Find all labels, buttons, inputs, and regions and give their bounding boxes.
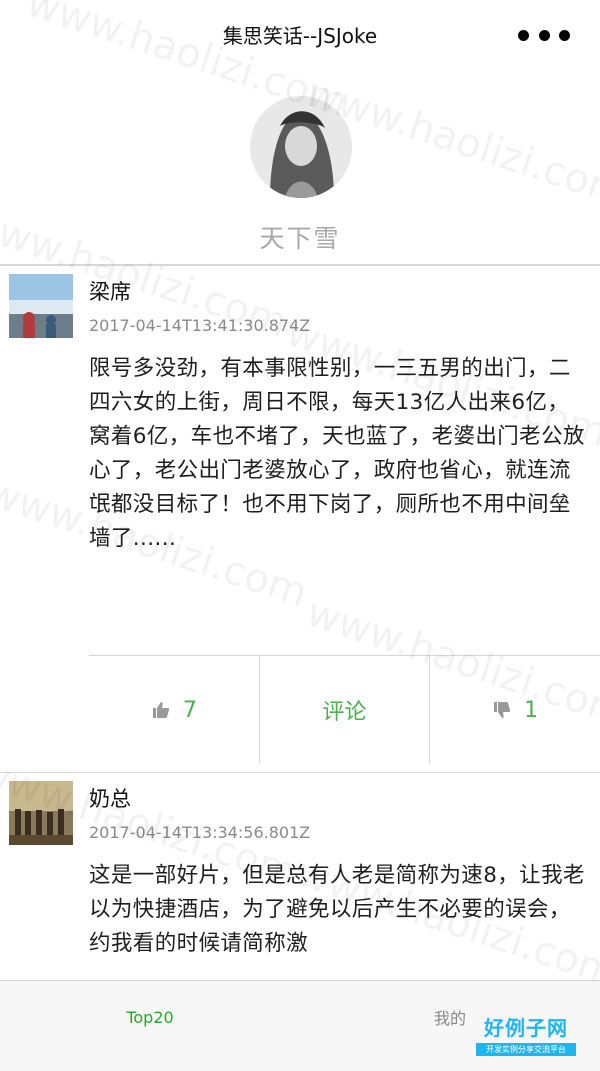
thumbs-up-icon bbox=[152, 702, 170, 718]
post-actions: 7 评论 1 bbox=[89, 655, 600, 764]
avatar-image bbox=[9, 781, 73, 845]
dislike-button[interactable]: 1 bbox=[429, 656, 600, 764]
post-content: 这是一部好片，但是总有人老是简称为速8，让我老以为快捷酒店，为了避免以后产生不必… bbox=[89, 863, 585, 956]
thumbs-down-icon bbox=[494, 702, 511, 718]
post-timestamp: 2017-04-14T13:41:30.874Z bbox=[89, 316, 311, 335]
post-timestamp: 2017-04-14T13:34:56.801Z bbox=[89, 823, 311, 842]
page-title: 集思笑话--JSJoke bbox=[222, 24, 378, 48]
more-dots-icon[interactable] bbox=[518, 29, 570, 41]
dot bbox=[518, 29, 529, 41]
avatar[interactable] bbox=[9, 781, 73, 845]
profile-avatar[interactable] bbox=[250, 96, 352, 198]
dot bbox=[538, 29, 550, 41]
navigation-bar: 集思笑话--JSJoke bbox=[0, 0, 600, 66]
profile-header: 天下雪 bbox=[0, 66, 600, 265]
avatar[interactable] bbox=[9, 274, 73, 338]
dislike-count: 1 bbox=[524, 697, 539, 723]
profile-name: 天下雪 bbox=[259, 224, 341, 253]
logo-text: 好例子网 bbox=[484, 1016, 568, 1040]
avatar-image bbox=[9, 274, 73, 338]
comment-label: 评论 bbox=[322, 700, 367, 725]
profile-avatar-image bbox=[250, 96, 352, 198]
comment-button[interactable]: 评论 bbox=[258, 656, 430, 764]
joke-card: 梁席 2017-04-14T13:41:30.874Z 限号多没劲，有本事限性别… bbox=[0, 265, 600, 764]
dot bbox=[559, 29, 570, 41]
post-author: 梁席 bbox=[89, 280, 131, 304]
tab-top20[interactable]: Top20 bbox=[0, 981, 300, 1071]
like-button[interactable]: 7 bbox=[89, 656, 259, 764]
logo-subtext: 开发实例分享交流平台 bbox=[476, 1043, 576, 1056]
site-logo: 好例子网 开发实例分享交流平台 bbox=[476, 1012, 576, 1056]
post-author: 奶总 bbox=[89, 787, 131, 811]
joke-card: 奶总 2017-04-14T13:34:56.801Z 这是一部好片，但是总有人… bbox=[0, 772, 600, 981]
like-count: 7 bbox=[182, 697, 197, 723]
post-content: 限号多没劲，有本事限性别，一三五男的出门，二四六女的上街，周日不限，每天13亿人… bbox=[89, 356, 585, 551]
